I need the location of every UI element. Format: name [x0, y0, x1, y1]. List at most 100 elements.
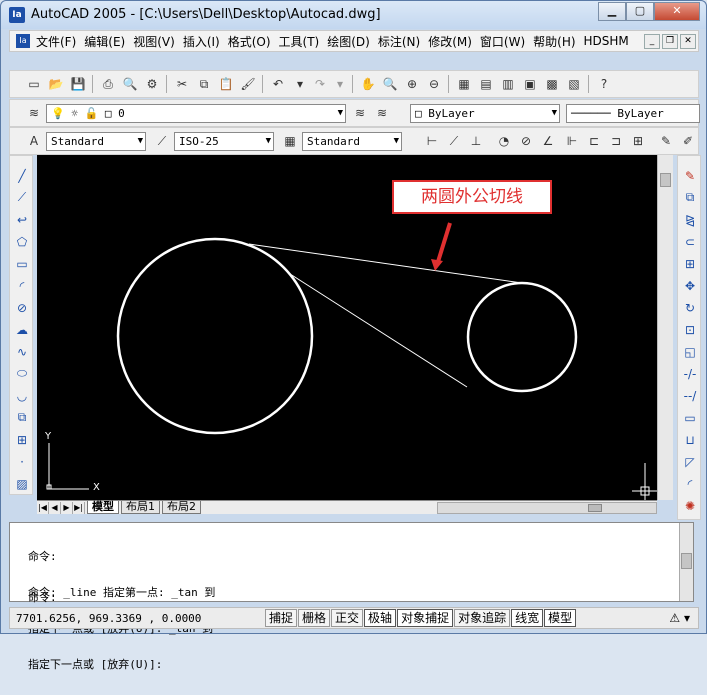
command-scrollbar-thumb[interactable] — [681, 553, 692, 569]
markup-icon[interactable]: ▩ — [542, 75, 562, 93]
diameter-dimension-icon[interactable]: ⊘ — [516, 132, 536, 150]
chamfer-icon[interactable]: ◸ — [680, 452, 700, 471]
status-otrack-button[interactable]: 对象追踪 — [454, 609, 511, 627]
communication-center-icon[interactable]: ⚠ ▾ — [669, 611, 690, 625]
make-current-layer-icon[interactable]: ≋ — [350, 104, 370, 122]
help-icon[interactable]: ? — [594, 75, 614, 93]
text-style-dropdown[interactable]: Standard ▼ — [46, 132, 146, 151]
doc-close-icon[interactable]: ✕ — [680, 33, 696, 49]
dimension-text-edit-icon[interactable]: ✐ — [678, 132, 698, 150]
coordinate-readout[interactable]: 7701.6256, 969.3369 , 0.0000 — [10, 612, 265, 625]
calculator-icon[interactable]: ▧ — [564, 75, 584, 93]
circle-icon[interactable]: ⊘ — [12, 298, 32, 317]
radius-dimension-icon[interactable]: ◔ — [494, 132, 514, 150]
aligned-dimension-icon[interactable]: ⟋ — [444, 132, 464, 150]
menu-format[interactable]: 格式(O) — [228, 33, 278, 50]
autocad-app-icon[interactable]: Ia — [9, 7, 25, 23]
open-icon[interactable]: 📂 — [46, 75, 66, 93]
dimension-edit-icon[interactable]: ✎ — [656, 132, 676, 150]
status-lineweight-button[interactable]: 线宽 — [511, 609, 544, 627]
menu-tools[interactable]: 工具(T) — [279, 33, 327, 50]
next-tab-icon[interactable]: ▶ — [61, 501, 73, 514]
arc-icon[interactable]: ◜ — [12, 276, 32, 295]
menu-insert[interactable]: 插入(I) — [183, 33, 227, 50]
polyline-icon[interactable]: ↩ — [12, 210, 32, 229]
menu-dimension[interactable]: 标注(N) — [378, 33, 427, 50]
status-grid-button[interactable]: 栅格 — [298, 609, 331, 627]
baseline-dimension-icon[interactable]: ⊏ — [584, 132, 604, 150]
copy-icon[interactable]: ⧉ — [194, 75, 214, 93]
maximize-icon[interactable]: ▢ — [626, 2, 654, 21]
upper-tangent-line[interactable] — [248, 243, 523, 284]
vertical-scrollbar[interactable] — [657, 155, 673, 500]
tab-layout1[interactable]: 布局1 — [121, 501, 160, 514]
offset-icon[interactable]: ⊂ — [680, 232, 700, 251]
table-style-dropdown[interactable]: Standard ▼ — [302, 132, 402, 151]
status-polar-button[interactable]: 极轴 — [364, 609, 397, 627]
previous-tab-icon[interactable]: ◀ — [49, 501, 61, 514]
insert-block-icon[interactable]: ⧉ — [12, 408, 32, 427]
table-style-icon[interactable]: ▦ — [280, 132, 300, 150]
drawing-canvas[interactable]: 两圆外公切线 Y X — [37, 155, 657, 500]
revision-cloud-icon[interactable]: ☁ — [12, 320, 32, 339]
angular-dimension-icon[interactable]: ∠ — [538, 132, 558, 150]
save-icon[interactable]: 💾 — [68, 75, 88, 93]
mirror-icon[interactable]: ⧎ — [680, 210, 700, 229]
dim-style-icon[interactable]: ⟋ — [152, 132, 172, 150]
spline-icon[interactable]: ∿ — [12, 342, 32, 361]
tab-model[interactable]: 模型 — [87, 501, 119, 514]
fillet-icon[interactable]: ◜ — [680, 474, 700, 493]
layer-manager-icon[interactable]: ≋ — [24, 104, 44, 122]
status-model-button[interactable]: 模型 — [544, 609, 577, 627]
continue-dimension-icon[interactable]: ⊐ — [606, 132, 626, 150]
extend-icon[interactable]: --/ — [680, 386, 700, 405]
print-preview-icon[interactable]: 🔍 — [120, 75, 140, 93]
point-icon[interactable]: · — [12, 452, 32, 471]
doc-restore-icon[interactable]: ❐ — [662, 33, 678, 49]
ordinate-dimension-icon[interactable]: ⊥ — [466, 132, 486, 150]
lower-tangent-line[interactable] — [286, 271, 468, 388]
menu-window[interactable]: 窗口(W) — [480, 33, 532, 50]
line-icon[interactable]: ╱ — [12, 166, 32, 185]
menu-hdshm[interactable]: HDSHM — [584, 34, 636, 48]
rotate-icon[interactable]: ↻ — [680, 298, 700, 317]
linetype-dropdown[interactable]: ────── ByLayer — [566, 104, 700, 123]
tolerance-icon[interactable]: ⊞ — [628, 132, 648, 150]
minimize-icon[interactable]: ▁ — [598, 2, 626, 21]
pan-icon[interactable]: ✋ — [358, 75, 378, 93]
paste-icon[interactable]: 📋 — [216, 75, 236, 93]
sheet-set-icon[interactable]: ▣ — [520, 75, 540, 93]
menu-edit[interactable]: 编辑(E) — [84, 33, 132, 50]
quick-dimension-icon[interactable]: ⊩ — [562, 132, 582, 150]
cut-icon[interactable]: ✂ — [172, 75, 192, 93]
status-osnap-button[interactable]: 对象捕捉 — [397, 609, 454, 627]
scale-icon[interactable]: ⊡ — [680, 320, 700, 339]
first-tab-icon[interactable]: |◀ — [37, 501, 49, 514]
menu-view[interactable]: 视图(V) — [133, 33, 182, 50]
tab-layout2[interactable]: 布局2 — [162, 501, 201, 514]
zoom-previous-icon[interactable]: ⊖ — [424, 75, 444, 93]
publish-icon[interactable]: ⚙ — [142, 75, 162, 93]
layer-dropdown[interactable]: 💡 ☼ 🔓 □ 0 ▼ — [46, 104, 346, 123]
copy-object-icon[interactable]: ⧉ — [680, 188, 700, 207]
tool-palettes-icon[interactable]: ▥ — [498, 75, 518, 93]
ellipse-arc-icon[interactable]: ◡ — [12, 386, 32, 405]
stretch-icon[interactable]: ◱ — [680, 342, 700, 361]
linear-dimension-icon[interactable]: ⊢ — [422, 132, 442, 150]
color-dropdown[interactable]: □ ByLayer ▼ — [410, 104, 560, 123]
layer-previous-icon[interactable]: ≋ — [372, 104, 392, 122]
dim-style-dropdown[interactable]: ISO-25 ▼ — [174, 132, 274, 151]
array-icon[interactable]: ⊞ — [680, 254, 700, 273]
zoom-window-icon[interactable]: ⊕ — [402, 75, 422, 93]
close-icon[interactable]: ✕ — [654, 2, 700, 21]
make-block-icon[interactable]: ⊞ — [12, 430, 32, 449]
hatch-icon[interactable]: ▨ — [12, 474, 32, 493]
new-icon[interactable]: ▭ — [24, 75, 44, 93]
zoom-realtime-icon[interactable]: 🔍 — [380, 75, 400, 93]
small-circle[interactable] — [466, 281, 578, 393]
rectangle-icon[interactable]: ▭ — [12, 254, 32, 273]
menu-file[interactable]: 文件(F) — [36, 33, 83, 50]
text-style-icon[interactable]: A — [24, 132, 44, 150]
ellipse-icon[interactable]: ⬭ — [12, 364, 32, 383]
polygon-icon[interactable]: ⬠ — [12, 232, 32, 251]
